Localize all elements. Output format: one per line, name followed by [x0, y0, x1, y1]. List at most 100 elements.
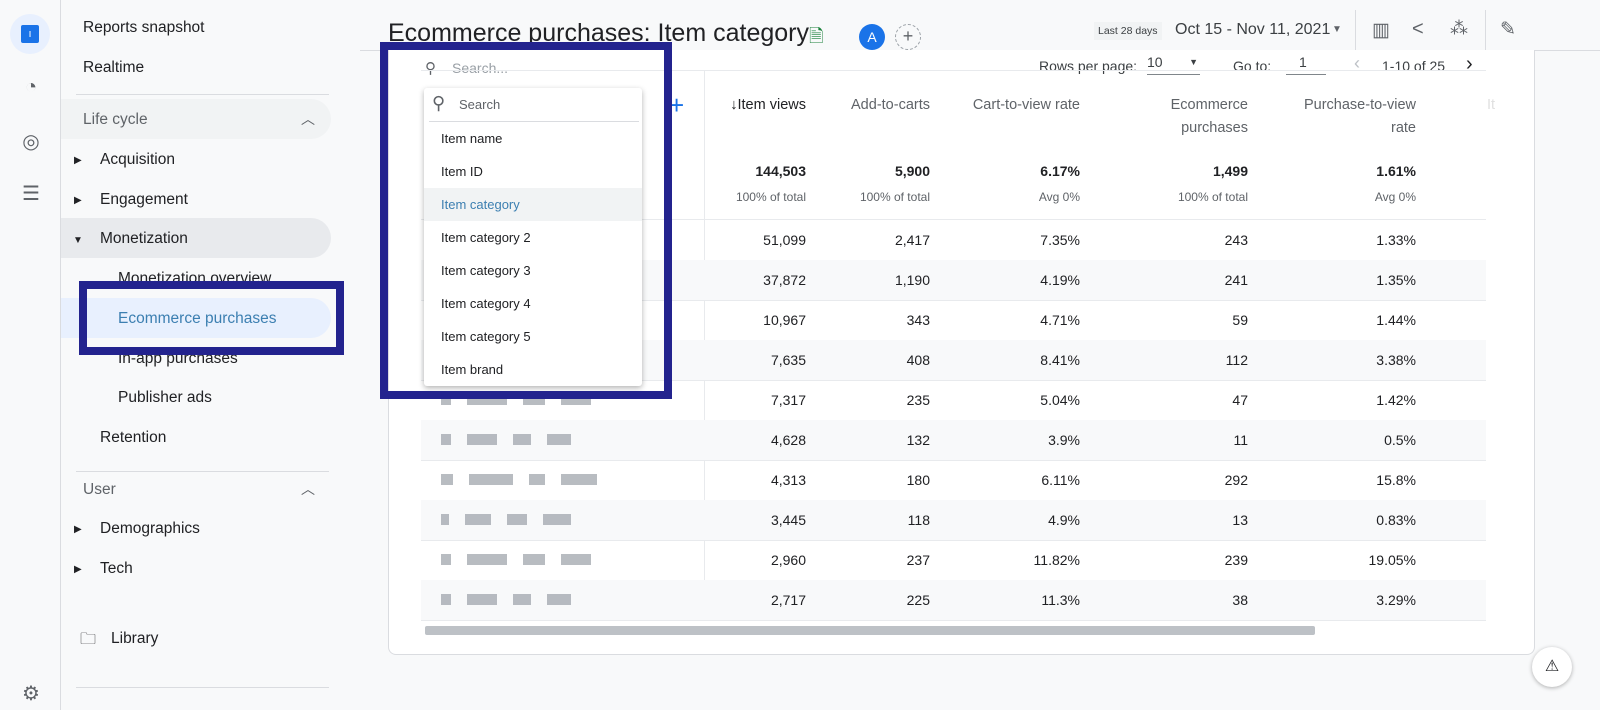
- caret-down-icon: ▼: [73, 235, 83, 246]
- table-cell: 3,445: [770, 512, 806, 528]
- next-page-icon[interactable]: ›: [1466, 53, 1473, 76]
- redacted-dimension-value: [523, 554, 545, 565]
- section-lifecycle-label: Life cycle: [83, 111, 148, 128]
- table-cell: 4,628: [770, 432, 806, 448]
- redacted-dimension-value: [465, 514, 491, 525]
- table-cell: 1.42%: [1376, 392, 1416, 408]
- table-cell: 3.9%: [1048, 432, 1080, 448]
- table-cell: 239: [1224, 552, 1248, 568]
- table-cell: 1.44%: [1376, 312, 1416, 328]
- nav-monetization[interactable]: Monetization: [100, 230, 188, 248]
- caret-right-icon: ▶: [74, 524, 82, 535]
- redacted-dimension-value: [441, 434, 451, 445]
- table-cell: 225: [906, 592, 930, 608]
- goto-input[interactable]: 1: [1286, 54, 1326, 75]
- settings-icon[interactable]: ⚙: [14, 676, 48, 710]
- caret-right-icon: ▶: [74, 155, 82, 166]
- table-cell: 51,099: [763, 232, 806, 248]
- redacted-dimension-value: [469, 474, 513, 485]
- nav-demographics[interactable]: Demographics: [100, 520, 200, 538]
- row-stripe: [421, 580, 1486, 620]
- section-user-label[interactable]: User: [83, 481, 116, 499]
- date-preset-label: Last 28 days: [1094, 22, 1162, 40]
- reports-icon[interactable]: ı: [10, 14, 50, 54]
- redacted-dimension-value: [441, 474, 453, 485]
- avatar[interactable]: A: [859, 24, 885, 50]
- feedback-icon[interactable]: ⚠: [1532, 647, 1572, 687]
- total-sub: 100% of total: [1177, 190, 1248, 204]
- advertising-icon[interactable]: ◎: [14, 124, 48, 158]
- redacted-dimension-value: [561, 554, 591, 565]
- column-header-add-to-carts[interactable]: Add-to-carts: [851, 94, 930, 117]
- table-cell: 118: [907, 512, 930, 528]
- redacted-dimension-value: [547, 434, 571, 445]
- explore-icon[interactable]: ◔: [14, 70, 48, 104]
- horizontal-scrollbar[interactable]: [425, 626, 1315, 635]
- nav-retention[interactable]: Retention: [100, 429, 166, 447]
- table-cell: 237: [906, 552, 930, 568]
- chevron-up-icon[interactable]: ︿: [301, 109, 315, 129]
- divider: [1485, 10, 1486, 50]
- table-cell: 3.38%: [1376, 352, 1416, 368]
- nav-publisher-ads[interactable]: Publisher ads: [118, 389, 212, 407]
- table-cell: 59: [1232, 312, 1248, 328]
- table-cell: 2,960: [770, 552, 806, 568]
- total-value: 1,499: [1212, 163, 1248, 179]
- redacted-dimension-value: [467, 554, 507, 565]
- nav-acquisition[interactable]: Acquisition: [100, 151, 175, 169]
- table-cell: 235: [906, 392, 930, 408]
- customize-report-icon[interactable]: ▥: [1372, 19, 1390, 42]
- redacted-dimension-value: [467, 594, 497, 605]
- nav-tech[interactable]: Tech: [100, 560, 133, 578]
- table-cell: 408: [906, 352, 930, 368]
- table-cell: 2,417: [894, 232, 930, 248]
- folder-icon: 🗀: [80, 631, 97, 648]
- redacted-dimension-value: [507, 514, 527, 525]
- table-cell: 292: [1224, 472, 1248, 488]
- divider: [421, 460, 1486, 461]
- insights-icon[interactable]: ⁂: [1450, 18, 1468, 39]
- edit-pencil-icon[interactable]: ✎: [1500, 18, 1516, 41]
- column-header-ecommerce-purchases[interactable]: Ecommerce purchases: [1171, 94, 1248, 140]
- redacted-dimension-value: [547, 594, 571, 605]
- table-cell: 180: [906, 472, 930, 488]
- table-cell: 3.29%: [1376, 592, 1416, 608]
- table-cell: 241: [1224, 272, 1248, 288]
- configure-icon[interactable]: ☰: [14, 176, 48, 210]
- divider: [421, 540, 1486, 541]
- caret-down-icon[interactable]: ▼: [1332, 24, 1342, 35]
- column-header-purchase-to-view-rate[interactable]: Purchase-to-view rate: [1304, 94, 1416, 140]
- divider: [1355, 10, 1356, 50]
- table-cell: 7,635: [770, 352, 806, 368]
- redacted-dimension-value: [561, 474, 597, 485]
- table-cell: 4.9%: [1048, 512, 1080, 528]
- table-cell: 10,967: [763, 312, 806, 328]
- column-header-truncated[interactable]: It: [1487, 94, 1495, 117]
- table-cell: 1.33%: [1376, 232, 1416, 248]
- column-header-cart-to-view-rate[interactable]: Cart-to-view rate: [973, 94, 1080, 117]
- nav-realtime[interactable]: Realtime: [83, 59, 144, 77]
- rows-per-page-select[interactable]: 10 ▼: [1147, 54, 1200, 75]
- header-line: rate: [1391, 120, 1416, 136]
- rows-per-page-value: 10: [1147, 54, 1163, 70]
- table-cell: 6.11%: [1041, 472, 1080, 488]
- table-cell: 7,317: [770, 392, 806, 408]
- highlight-box-dropdown: [380, 42, 672, 399]
- header-line: Ecommerce: [1170, 97, 1248, 113]
- add-comparison-icon[interactable]: +: [895, 24, 921, 50]
- redacted-dimension-value: [513, 434, 531, 445]
- nav-library[interactable]: Library: [111, 630, 158, 648]
- share-icon[interactable]: <: [1412, 18, 1424, 41]
- table-cell: 0.5%: [1384, 432, 1416, 448]
- total-value: 144,503: [755, 163, 806, 179]
- date-range-picker[interactable]: Oct 15 - Nov 11, 2021: [1175, 21, 1330, 39]
- nav-reports-snapshot[interactable]: Reports snapshot: [83, 19, 205, 37]
- total-sub: Avg 0%: [1038, 190, 1080, 204]
- table-cell: 2,717: [770, 592, 806, 608]
- nav-engagement[interactable]: Engagement: [100, 191, 188, 209]
- chevron-up-icon[interactable]: ︿: [301, 479, 315, 499]
- redacted-dimension-value: [441, 594, 451, 605]
- table-cell: 11: [1233, 432, 1248, 448]
- column-header-item-views[interactable]: ↓Item views: [730, 94, 806, 117]
- rows-per-page-label: Rows per page:: [1039, 58, 1138, 74]
